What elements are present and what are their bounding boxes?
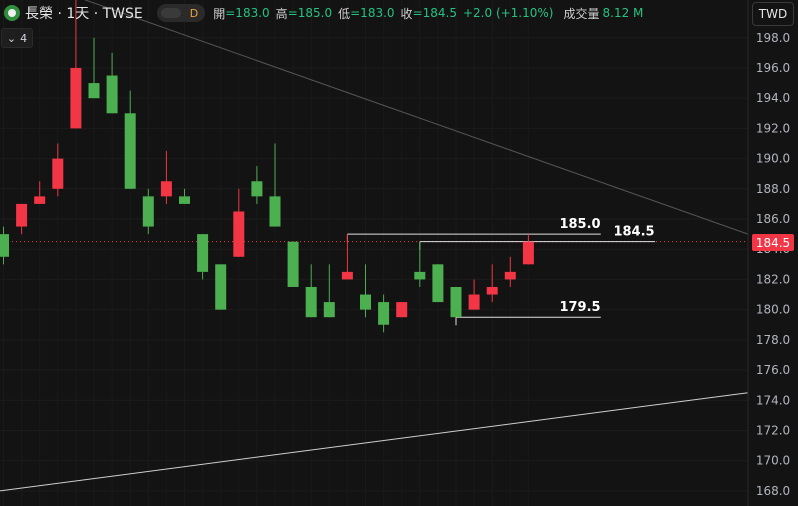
low-value: =183.0: [350, 6, 395, 20]
candle-body: [378, 302, 390, 325]
y-tick-label: 198.0: [756, 31, 790, 45]
candle-body: [160, 181, 172, 197]
candle-body: [486, 286, 498, 295]
candle-body: [233, 211, 245, 257]
annotation-label: 179.5: [559, 300, 600, 315]
candle-body: [34, 196, 46, 204]
change-value: +2.0 (+1.10%): [462, 6, 554, 20]
open-value: =183.0: [225, 6, 270, 20]
y-tick-label: 182.0: [756, 272, 790, 286]
y-tick-label: 176.0: [756, 363, 790, 377]
y-tick-label: 174.0: [756, 393, 790, 407]
last-price-tag: 184.5: [752, 234, 794, 251]
annotation-label: 185.0: [559, 217, 600, 232]
y-tick-label: 172.0: [756, 423, 790, 437]
y-tick-label: 194.0: [756, 91, 790, 105]
candle-body: [179, 196, 190, 204]
indicator-count: 4: [20, 31, 28, 45]
candle-body: [215, 264, 227, 310]
candles: [0, 0, 534, 333]
price-axis: 168.0 170.0 172.0 174.0 176.0 178.0 180.0 182.0…: [747, 0, 790, 506]
candle-body: [287, 241, 299, 287]
candle-body: [414, 271, 426, 280]
y-tick-label: 192.0: [756, 121, 790, 135]
candle-body: [504, 271, 516, 280]
candle-body: [269, 196, 281, 227]
candle-body: [197, 234, 209, 272]
symbol-title[interactable]: 長榮 · 1天 · TWSE: [25, 3, 143, 23]
candle-body: [450, 286, 462, 318]
close-label: 收: [400, 6, 413, 21]
low-label: 低: [338, 6, 351, 21]
chevron-down-icon: ⌄: [6, 31, 17, 45]
y-tick-label: 188.0: [756, 182, 790, 196]
candle-body: [70, 67, 82, 129]
indicator-toggle[interactable]: ⌄ 4: [1, 28, 33, 48]
candle-body: [522, 241, 534, 265]
y-tick-label: 186.0: [756, 212, 790, 226]
candle-body: [396, 302, 408, 318]
candle-body: [106, 75, 118, 114]
candlestick-chart: 185.0 184.5 179.5 168.0 170.0 172.0 174.0 176.…: [0, 0, 790, 506]
open-label: 開: [213, 6, 226, 21]
y-tick-label: 178.0: [756, 333, 790, 347]
candle-body: [305, 286, 317, 318]
volume-label: 成交量: [563, 6, 600, 21]
candle-body: [468, 294, 480, 310]
y-tick-label: 190.0: [756, 152, 790, 166]
high-value: =185.0: [287, 6, 333, 20]
candle-body: [323, 302, 335, 318]
candle-body: [432, 264, 444, 303]
daily-badge: D: [189, 6, 199, 20]
company-logo-icon: [4, 5, 20, 21]
close-value: =184.5: [412, 6, 457, 20]
y-tick-label: 170.0: [756, 454, 790, 468]
candle-body: [16, 203, 28, 227]
candle-body: [124, 113, 136, 189]
candle-body: [360, 294, 371, 310]
timeframe-pill[interactable]: D: [156, 4, 206, 22]
candle-body: [142, 196, 154, 227]
y-tick-label: 168.0: [756, 484, 790, 498]
candle-body: [88, 83, 100, 99]
candle-body: [341, 271, 353, 280]
y-tick-label: 196.0: [756, 61, 790, 75]
y-tick-label: 180.0: [756, 303, 790, 317]
annotation-label: 184.5: [613, 225, 654, 240]
candle-body: [251, 181, 263, 197]
currency-selector[interactable]: TWD: [752, 2, 794, 26]
high-label: 高: [275, 6, 288, 21]
candle-body: [0, 234, 9, 257]
volume-value: 8.12 M: [602, 6, 644, 20]
toggle-icon: [160, 8, 181, 18]
chart-header: 長榮 · 1天 · TWSE D 開 =183.0 高 =185.0 低 =183.0…: [0, 0, 643, 26]
candle-body: [52, 158, 64, 189]
